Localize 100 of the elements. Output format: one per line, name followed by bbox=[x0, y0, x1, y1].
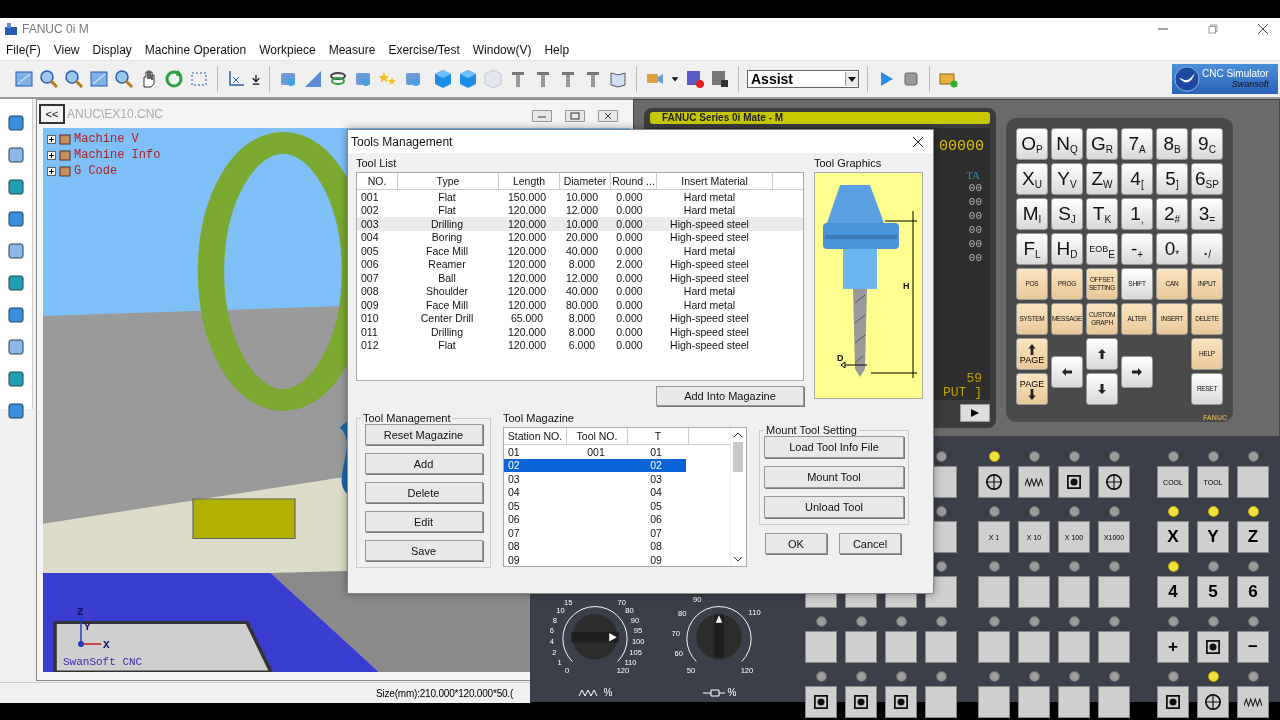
scroll-up-icon[interactable] bbox=[733, 431, 743, 439]
panel-icon[interactable] bbox=[6, 401, 26, 421]
column-header[interactable]: Length bbox=[499, 173, 560, 189]
table-row[interactable]: 07 07 bbox=[504, 526, 730, 540]
table-row[interactable]: 002 Flat 120.000 12.000 0.000 Hard metal bbox=[357, 203, 803, 217]
back-button[interactable]: << bbox=[39, 104, 65, 124]
action-button[interactable]: Load Tool Info File bbox=[764, 436, 904, 458]
menu-item[interactable]: Display bbox=[92, 43, 132, 57]
scrollbar-thumb[interactable] bbox=[733, 442, 743, 472]
softkey-next[interactable] bbox=[960, 404, 990, 422]
keypad-key[interactable]: 4[ bbox=[1121, 163, 1153, 195]
restore-icon[interactable] bbox=[1208, 24, 1218, 34]
table-row[interactable]: 004 Boring 120.000 20.000 0.000 High-speed steel bbox=[357, 230, 803, 244]
table-row[interactable]: 04 04 bbox=[504, 485, 730, 499]
axis-icon[interactable] bbox=[226, 69, 246, 89]
table-row[interactable]: 06 06 bbox=[504, 512, 730, 526]
ruler-icon[interactable] bbox=[303, 69, 323, 89]
expand-icon[interactable] bbox=[47, 150, 56, 160]
panel-button[interactable] bbox=[1237, 686, 1269, 718]
column-header[interactable]: Diameter bbox=[560, 173, 611, 189]
mode-select[interactable]: Assist bbox=[747, 70, 859, 88]
window-icon[interactable] bbox=[89, 69, 109, 89]
panel-button[interactable] bbox=[805, 686, 837, 718]
panel-button[interactable] bbox=[885, 686, 917, 718]
column-header[interactable]: Type bbox=[398, 173, 499, 189]
table-row[interactable]: 005 Face Mill 120.000 40.000 0.000 Hard metal bbox=[357, 244, 803, 258]
close-icon[interactable] bbox=[1258, 24, 1268, 34]
column-header[interactable]: Insert Material bbox=[657, 173, 773, 189]
windows-icon[interactable] bbox=[14, 69, 34, 89]
table-row[interactable]: 08 08 bbox=[504, 539, 730, 553]
menu-item[interactable]: Machine Operation bbox=[144, 43, 247, 57]
zoom-window-icon[interactable] bbox=[114, 69, 134, 89]
cursor-key[interactable] bbox=[1086, 373, 1118, 405]
close-icon[interactable] bbox=[913, 136, 923, 147]
table-row[interactable]: 05 05 bbox=[504, 499, 730, 513]
close-icon[interactable] bbox=[598, 110, 618, 122]
table-row[interactable]: 012 Flat 120.000 6.000 0.000 High-speed steel bbox=[357, 338, 803, 352]
menu-item[interactable]: File(F) bbox=[6, 43, 41, 57]
panel-button[interactable] bbox=[1098, 466, 1130, 498]
action-button[interactable]: Unload Tool bbox=[764, 496, 904, 518]
menu-item[interactable]: Measure bbox=[328, 43, 376, 57]
panel-button[interactable] bbox=[1018, 466, 1050, 498]
refresh-icon[interactable] bbox=[164, 69, 184, 89]
panel-button[interactable]: + bbox=[1157, 631, 1189, 663]
keypad-key[interactable]: -+ bbox=[1121, 233, 1153, 265]
menu-item[interactable]: Window(V) bbox=[472, 43, 532, 57]
panel-button[interactable] bbox=[1197, 631, 1229, 663]
stop-icon[interactable] bbox=[901, 69, 921, 89]
scroll-down-icon[interactable] bbox=[733, 555, 743, 563]
keypad-key[interactable]: 3= bbox=[1191, 198, 1223, 230]
action-button[interactable]: Edit bbox=[364, 511, 483, 532]
panel-button[interactable] bbox=[1197, 686, 1229, 718]
table-row[interactable]: 02 02 bbox=[504, 458, 686, 472]
menu-item[interactable]: Workpiece bbox=[259, 43, 316, 57]
menu-item[interactable]: View bbox=[53, 43, 80, 57]
table-row[interactable]: 003 Drilling 120.000 10.000 0.000 High-speed steel bbox=[357, 217, 803, 231]
panel-button[interactable]: 5 bbox=[1197, 576, 1229, 608]
table-row[interactable]: 03 03 bbox=[504, 472, 730, 486]
action-button[interactable]: Mount Tool bbox=[764, 466, 904, 488]
cursor-key[interactable] bbox=[1121, 355, 1153, 388]
maximize-icon[interactable] bbox=[565, 110, 585, 122]
selection-icon[interactable] bbox=[189, 69, 209, 89]
table-row[interactable]: 09 09 bbox=[504, 553, 730, 567]
column-header[interactable]: Tool NO. bbox=[567, 428, 628, 444]
scrollbar[interactable] bbox=[730, 428, 745, 566]
panel-button[interactable] bbox=[1058, 466, 1090, 498]
tree-item[interactable]: Machine Info bbox=[47, 148, 161, 162]
expand-icon[interactable] bbox=[47, 166, 56, 176]
tree-item[interactable]: Machine V bbox=[47, 132, 161, 146]
ok-button[interactable]: OK bbox=[765, 533, 827, 554]
record-icon[interactable] bbox=[685, 69, 705, 89]
add-into-magazine-button[interactable]: Add Into Magazine bbox=[656, 386, 804, 406]
panel-button[interactable] bbox=[978, 466, 1010, 498]
page-key[interactable]: PAGE bbox=[1016, 373, 1048, 405]
save-movie-icon[interactable] bbox=[710, 69, 730, 89]
action-button[interactable]: Add bbox=[364, 453, 483, 474]
action-button[interactable]: Reset Magazine bbox=[364, 424, 483, 445]
column-header[interactable]: T bbox=[628, 428, 689, 444]
panel-button[interactable]: Z bbox=[1237, 521, 1269, 553]
column-header[interactable]: NO. bbox=[357, 173, 398, 189]
zoom-out-icon[interactable] bbox=[64, 69, 84, 89]
zoom-in-icon[interactable] bbox=[39, 69, 59, 89]
table-row[interactable]: 006 Reamer 120.000 8.000 2.000 High-speed steel bbox=[357, 257, 803, 271]
column-header[interactable]: Round ... bbox=[611, 173, 657, 189]
panel-button[interactable]: 6 bbox=[1237, 576, 1269, 608]
cursor-key[interactable] bbox=[1086, 338, 1118, 370]
panel-button[interactable] bbox=[845, 686, 877, 718]
action-button[interactable]: Save bbox=[364, 540, 483, 561]
keypad-key[interactable]: 1, bbox=[1121, 198, 1153, 230]
panel-button[interactable]: 4 bbox=[1157, 576, 1189, 608]
table-row[interactable]: 011 Drilling 120.000 8.000 0.000 High-speed steel bbox=[357, 325, 803, 339]
shape-icon[interactable] bbox=[6, 369, 26, 389]
shape-icon[interactable] bbox=[6, 337, 26, 357]
cursor-key[interactable] bbox=[1051, 355, 1083, 388]
page-key[interactable]: PAGE bbox=[1016, 338, 1048, 370]
minimize-icon[interactable] bbox=[532, 110, 552, 122]
table-row[interactable]: 008 Shoulder 120.000 40.000 0.000 Hard metal bbox=[357, 284, 803, 298]
column-header[interactable]: Station NO. bbox=[504, 428, 567, 444]
keypad-key[interactable]: 5] bbox=[1156, 163, 1188, 195]
cube-icon[interactable] bbox=[433, 69, 453, 89]
